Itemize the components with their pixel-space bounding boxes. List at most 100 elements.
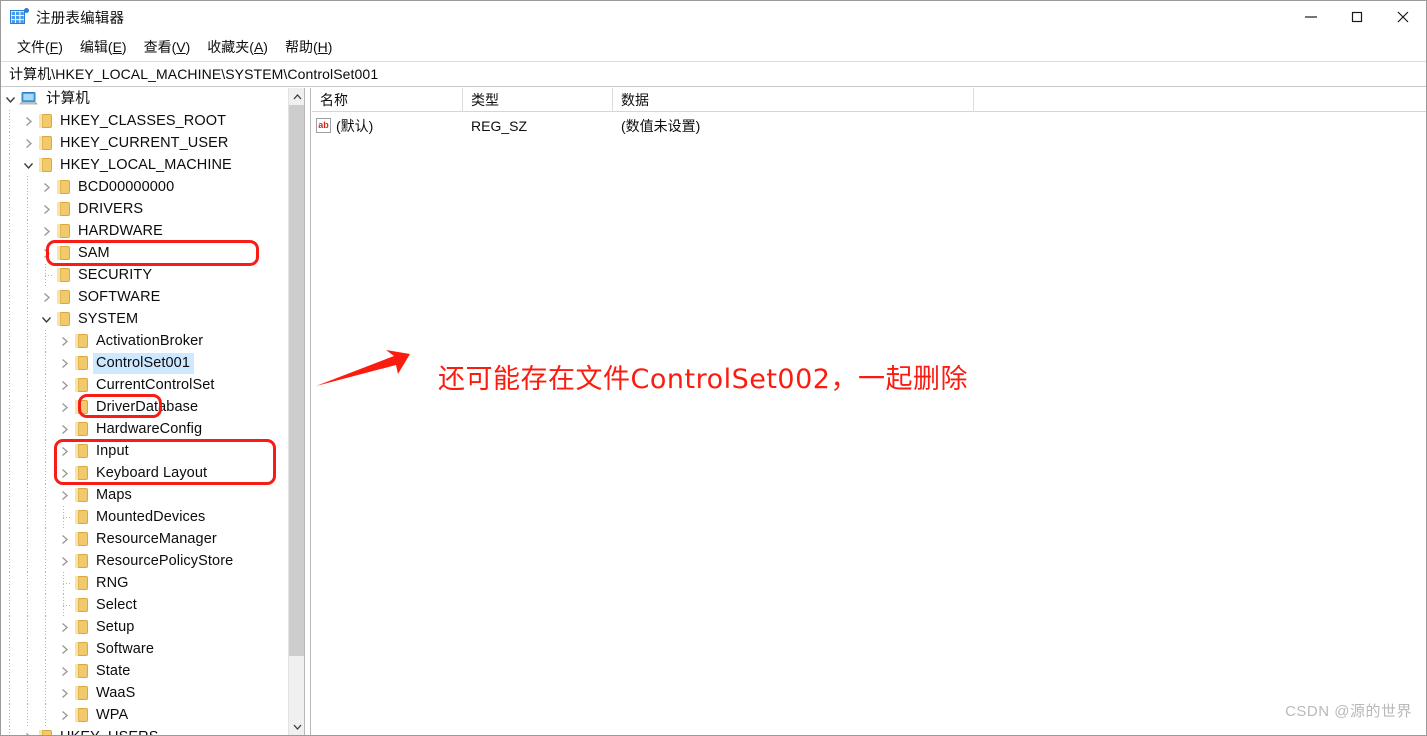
chevron-right-icon[interactable]	[55, 484, 73, 506]
tree-item-label: 计算机	[46, 90, 90, 107]
tree-item-software[interactable]: SOFTWARE	[1, 286, 289, 308]
chevron-right-icon[interactable]	[37, 176, 55, 198]
tree-item-waas[interactable]: WaaS	[1, 682, 289, 704]
tree-item-bcd00000000[interactable]: BCD00000000	[1, 176, 289, 198]
menu-item-file[interactable]: 文件(F)	[9, 37, 72, 58]
tree-item--[interactable]: 计算机	[1, 88, 289, 110]
tree-indent-guide	[1, 352, 19, 374]
maximize-button[interactable]	[1334, 1, 1380, 33]
column-header-data[interactable]: 数据	[613, 88, 974, 112]
chevron-right-icon[interactable]	[55, 528, 73, 550]
chevron-right-icon[interactable]	[19, 110, 37, 132]
close-button[interactable]	[1380, 1, 1426, 33]
tree-item-resourcepolicystore[interactable]: ResourcePolicyStore	[1, 550, 289, 572]
tree-item-select[interactable]: Select	[1, 594, 289, 616]
tree-indent-guide	[19, 506, 37, 528]
chevron-right-icon[interactable]	[19, 132, 37, 154]
chevron-right-icon[interactable]	[55, 550, 73, 572]
chevron-right-icon[interactable]	[37, 242, 55, 264]
menu-item-view[interactable]: 查看(V)	[136, 37, 200, 58]
tree-indent-guide	[1, 132, 19, 154]
chevron-right-icon[interactable]	[55, 396, 73, 418]
tree-indent-guide	[1, 528, 19, 550]
folder-icon	[73, 704, 90, 726]
table-row[interactable]: ab (默认) REG_SZ (数值未设置)	[312, 112, 1426, 140]
scroll-down-icon[interactable]	[289, 718, 304, 735]
chevron-right-icon[interactable]	[55, 682, 73, 704]
tree-item-state[interactable]: State	[1, 660, 289, 682]
menu-item-favorites[interactable]: 收藏夹(A)	[199, 37, 277, 58]
tree-item-wpa[interactable]: WPA	[1, 704, 289, 726]
tree-item-currentcontrolset[interactable]: CurrentControlSet	[1, 374, 289, 396]
folder-icon	[73, 352, 90, 374]
chevron-right-icon[interactable]	[37, 286, 55, 308]
menu-item-edit[interactable]: 编辑(E)	[72, 37, 136, 58]
tree-item-hkey-classes-root[interactable]: HKEY_CLASSES_ROOT	[1, 110, 289, 132]
tree-item-hardwareconfig[interactable]: HardwareConfig	[1, 418, 289, 440]
tree-item-label: SOFTWARE	[78, 288, 161, 305]
tree-indent-guide	[19, 242, 37, 264]
tree-item-hkey-users[interactable]: HKEY_USERS	[1, 726, 289, 735]
folder-icon	[73, 330, 90, 352]
registry-tree[interactable]: 计算机 HKEY_CLASSES_ROOT HKEY_CURRENT_USER HKE…	[1, 88, 289, 735]
tree-item-setup[interactable]: Setup	[1, 616, 289, 638]
tree-item-hkey-current-user[interactable]: HKEY_CURRENT_USER	[1, 132, 289, 154]
chevron-right-icon[interactable]	[55, 704, 73, 726]
chevron-right-icon[interactable]	[55, 440, 73, 462]
tree-item-label: SAM	[78, 244, 110, 261]
tree-item-security[interactable]: SECURITY	[1, 264, 289, 286]
chevron-right-icon[interactable]	[37, 220, 55, 242]
tree-item-drivers[interactable]: DRIVERS	[1, 198, 289, 220]
tree-indent-guide	[37, 462, 55, 484]
tree-item-controlset001[interactable]: ControlSet001	[1, 352, 289, 374]
tree-item-keyboard-layout[interactable]: Keyboard Layout	[1, 462, 289, 484]
chevron-right-icon[interactable]	[55, 660, 73, 682]
tree-item-driverdatabase[interactable]: DriverDatabase	[1, 396, 289, 418]
address-bar[interactable]: 计算机\HKEY_LOCAL_MACHINE\SYSTEM\ControlSet…	[1, 61, 1426, 87]
tree-item-mounteddevices[interactable]: MountedDevices	[1, 506, 289, 528]
tree-item-sam[interactable]: SAM	[1, 242, 289, 264]
minimize-button[interactable]	[1288, 1, 1334, 33]
tree-indent-guide	[1, 572, 19, 594]
tree-indent-guide	[1, 550, 19, 572]
column-header-type[interactable]: 类型	[463, 88, 613, 112]
tree-item-system[interactable]: SYSTEM	[1, 308, 289, 330]
menu-item-help[interactable]: 帮助(H)	[277, 37, 341, 58]
tree-item-software[interactable]: Software	[1, 638, 289, 660]
chevron-right-icon[interactable]	[55, 638, 73, 660]
chevron-right-icon[interactable]	[55, 418, 73, 440]
chevron-down-icon[interactable]	[1, 88, 19, 110]
tree-indent-guide	[19, 286, 37, 308]
chevron-right-icon[interactable]	[55, 462, 73, 484]
menu-accel-file: F	[49, 39, 59, 55]
tree-item-hkey-local-machine[interactable]: HKEY_LOCAL_MACHINE	[1, 154, 289, 176]
tree-item-hardware[interactable]: HARDWARE	[1, 220, 289, 242]
tree-item-input[interactable]: Input	[1, 440, 289, 462]
tree-indent-guide	[1, 396, 19, 418]
chevron-down-icon[interactable]	[37, 308, 55, 330]
chevron-right-icon[interactable]	[55, 352, 73, 374]
tree-item-label: ResourcePolicyStore	[96, 552, 234, 569]
folder-icon	[55, 220, 72, 242]
tree-item-maps[interactable]: Maps	[1, 484, 289, 506]
tree-item-rng[interactable]: RNG	[1, 572, 289, 594]
tree-indent-guide	[19, 682, 37, 704]
pane-splitter[interactable]	[304, 88, 311, 735]
tree-item-label: Maps	[96, 486, 132, 503]
tree-item-label: Select	[96, 596, 137, 613]
scroll-up-icon[interactable]	[289, 88, 304, 105]
tree-scrollbar-thumb[interactable]	[289, 105, 304, 656]
column-header-name[interactable]: 名称	[312, 88, 463, 112]
tree-item-activationbroker[interactable]: ActivationBroker	[1, 330, 289, 352]
chevron-right-icon[interactable]	[37, 198, 55, 220]
tree-scrollbar[interactable]	[288, 88, 304, 735]
chevron-down-icon[interactable]	[19, 154, 37, 176]
chevron-right-icon[interactable]	[19, 726, 37, 735]
tree-item-resourcemanager[interactable]: ResourceManager	[1, 528, 289, 550]
chevron-right-icon[interactable]	[55, 616, 73, 638]
chevron-right-icon[interactable]	[55, 374, 73, 396]
menu-accel-edit: E	[112, 39, 122, 55]
tree-indent-guide	[1, 220, 19, 242]
tree-indent-guide	[37, 660, 55, 682]
chevron-right-icon[interactable]	[55, 330, 73, 352]
